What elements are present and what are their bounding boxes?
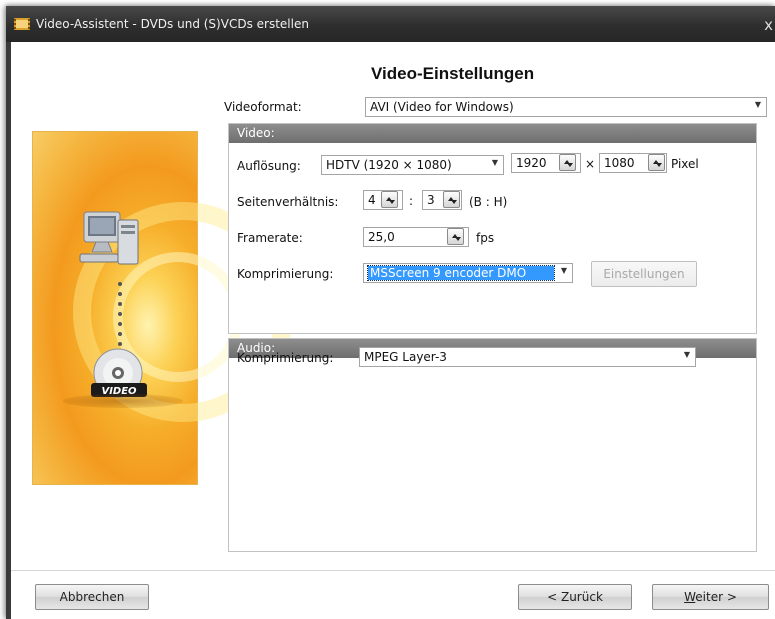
audio-groupbox: Audio: bbox=[228, 338, 757, 552]
next-button-label: eiter > bbox=[695, 590, 737, 604]
videoformat-label: Videoformat: bbox=[224, 100, 302, 114]
aspect-ratio-label: Seitenverhältnis: bbox=[237, 195, 339, 209]
wizard-client-area: VIDEO Video-Einstellungen Videoformat: A… bbox=[11, 42, 775, 619]
video-compression-dropdown[interactable]: MSScreen 9 encoder DMO ▼ bbox=[363, 263, 573, 283]
resolution-unit: Pixel bbox=[671, 157, 699, 171]
resolution-width-spin-arrows-icon[interactable] bbox=[559, 154, 576, 171]
resolution-preset-value: HDTV (1920 × 1080) bbox=[326, 158, 452, 172]
chevron-down-icon: ▼ bbox=[683, 350, 690, 359]
resolution-height-spin-arrows-icon[interactable] bbox=[648, 154, 665, 171]
aspect-width-spin-arrows-icon[interactable] bbox=[381, 191, 398, 208]
title-bar[interactable]: Video-Assistent - DVDs und (S)VCDs erste… bbox=[6, 6, 775, 42]
resolution-times-sign: × bbox=[585, 157, 596, 171]
cancel-button[interactable]: Abbrechen bbox=[35, 584, 149, 610]
film-icon bbox=[14, 18, 30, 30]
compression-settings-button[interactable]: Einstellungen bbox=[591, 261, 697, 287]
audio-compression-label: Komprimierung: bbox=[237, 351, 334, 365]
aspect-colon: : bbox=[409, 194, 414, 208]
resolution-label: Auflösung: bbox=[237, 159, 301, 173]
connection-dots bbox=[118, 282, 122, 346]
aspect-height-value: 3 bbox=[427, 193, 435, 207]
computer-icon bbox=[79, 211, 139, 265]
page-title: Video-Einstellungen bbox=[371, 64, 535, 83]
video-compression-value: MSScreen 9 encoder DMO bbox=[367, 265, 555, 281]
next-button[interactable]: Weiter > bbox=[652, 584, 769, 610]
chevron-down-icon: ▼ bbox=[491, 158, 498, 167]
video-compression-label: Komprimierung: bbox=[237, 267, 334, 281]
videoformat-dropdown[interactable]: AVI (Video for Windows) ▼ bbox=[365, 97, 767, 117]
aspect-hint: (B : H) bbox=[469, 195, 508, 209]
aspect-height-spin-arrows-icon[interactable] bbox=[443, 191, 460, 208]
wizard-banner-image: VIDEO bbox=[32, 131, 293, 485]
close-icon[interactable]: x bbox=[764, 16, 773, 34]
window-title: Video-Assistent - DVDs und (S)VCDs erste… bbox=[36, 17, 309, 31]
footer-divider bbox=[11, 570, 775, 571]
wizard-window: Video-Assistent - DVDs und (S)VCDs erste… bbox=[6, 6, 775, 619]
back-button[interactable]: < Zurück bbox=[518, 584, 632, 610]
aspect-width-value: 4 bbox=[368, 193, 376, 207]
framerate-unit: fps bbox=[476, 231, 495, 245]
framerate-value: 25,0 bbox=[368, 230, 395, 244]
framerate-label: Framerate: bbox=[237, 231, 303, 245]
resolution-width-value: 1920 bbox=[516, 156, 547, 170]
chevron-down-icon: ▼ bbox=[560, 266, 567, 275]
resolution-height-value: 1080 bbox=[604, 156, 635, 170]
audio-compression-value: MPEG Layer-3 bbox=[364, 350, 447, 364]
framerate-spin-arrows-icon[interactable] bbox=[447, 228, 464, 245]
video-group-header: Video: bbox=[229, 124, 756, 143]
banner-shadow bbox=[63, 394, 183, 408]
audio-compression-dropdown[interactable]: MPEG Layer-3 ▼ bbox=[359, 347, 696, 367]
chevron-down-icon: ▼ bbox=[754, 100, 761, 109]
resolution-preset-dropdown[interactable]: HDTV (1920 × 1080) ▼ bbox=[321, 155, 504, 175]
videoformat-value: AVI (Video for Windows) bbox=[370, 100, 514, 114]
next-button-mnemonic: W bbox=[684, 590, 696, 604]
